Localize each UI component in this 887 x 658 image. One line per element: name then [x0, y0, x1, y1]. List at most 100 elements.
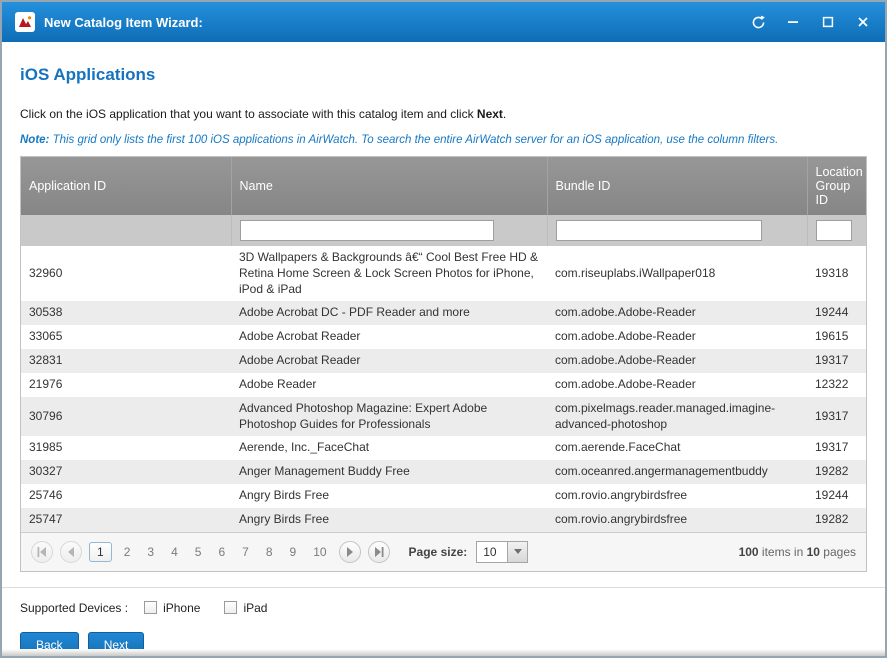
bundle-id-cell: com.adobe.Adobe-Reader: [547, 373, 807, 397]
bundle-id-cell: com.pixelmags.reader.managed.imagine-adv…: [547, 397, 807, 437]
application-row[interactable]: 21976 Adobe Reader com.adobe.Adobe-Reade…: [21, 373, 866, 397]
supported-devices-label: Supported Devices :: [20, 601, 128, 615]
location-group-id-cell: 19318: [807, 246, 866, 301]
filter-row: [21, 215, 866, 246]
bundle-id-cell: com.adobe.Adobe-Reader: [547, 349, 807, 373]
bundle-id-cell: com.adobe.Adobe-Reader: [547, 301, 807, 325]
application-name-cell: Adobe Reader: [231, 373, 547, 397]
ipad-checkbox-box[interactable]: [224, 601, 237, 614]
application-row[interactable]: 31985 Aerende, Inc._FaceChat com.aerende…: [21, 436, 866, 460]
first-page-button[interactable]: [31, 541, 53, 563]
location-group-id-cell: 19317: [807, 349, 866, 373]
instruction-prefix: Click on the iOS application that you wa…: [20, 107, 477, 121]
window-controls: [749, 13, 872, 31]
page-number-1[interactable]: 1: [89, 542, 112, 562]
airwatch-logo-icon: [15, 12, 35, 32]
iphone-checkbox-box[interactable]: [144, 601, 157, 614]
pager-summary: 100 items in 10 pages: [739, 545, 856, 559]
supported-devices-row: Supported Devices : iPhone iPad: [20, 601, 867, 615]
column-header-name[interactable]: Name: [231, 157, 547, 215]
instruction-suffix: .: [503, 107, 506, 121]
application-name-cell: Aerende, Inc._FaceChat: [231, 436, 547, 460]
location-group-id-cell: 19317: [807, 397, 866, 437]
application-id-cell: 30796: [21, 397, 231, 437]
application-id-cell: 32831: [21, 349, 231, 373]
application-row[interactable]: 33065 Adobe Acrobat Reader com.adobe.Ado…: [21, 325, 866, 349]
next-button[interactable]: Next: [88, 632, 145, 658]
application-id-cell: 21976: [21, 373, 231, 397]
application-name-cell: Adobe Acrobat Reader: [231, 349, 547, 373]
application-name-cell: Adobe Acrobat DC - PDF Reader and more: [231, 301, 547, 325]
window-title: New Catalog Item Wizard:: [44, 15, 203, 30]
titlebar: New Catalog Item Wizard:: [2, 2, 885, 42]
summary-text: items in: [759, 545, 807, 559]
instruction-next-keyword: Next: [477, 107, 503, 121]
page-number-2[interactable]: 2: [119, 543, 136, 561]
maximize-button[interactable]: [819, 13, 837, 31]
refresh-icon[interactable]: [749, 13, 767, 31]
page-number-5[interactable]: 5: [190, 543, 207, 561]
bundle-id-filter-input[interactable]: [556, 220, 763, 241]
grid-pager: 1 2 3 4 5 6 7 8 9 10 Page size: 10: [21, 532, 866, 571]
application-row[interactable]: 25747 Angry Birds Free com.rovio.angrybi…: [21, 508, 866, 532]
instruction-text: Click on the iOS application that you wa…: [20, 107, 867, 121]
note-text: Note: This grid only lists the first 100…: [20, 134, 867, 146]
application-row[interactable]: 32831 Adobe Acrobat Reader com.adobe.Ado…: [21, 349, 866, 373]
application-id-filter-cell: [21, 215, 231, 246]
application-row[interactable]: 25746 Angry Birds Free com.rovio.angrybi…: [21, 484, 866, 508]
page-number-8[interactable]: 8: [261, 543, 278, 561]
application-name-cell: Angry Birds Free: [231, 484, 547, 508]
back-button[interactable]: Back: [20, 632, 79, 658]
location-group-id-cell: 19317: [807, 436, 866, 460]
note-label: Note:: [20, 134, 49, 146]
page-number-4[interactable]: 4: [166, 543, 183, 561]
first-page-icon: [37, 547, 47, 557]
location-group-id-cell: 19282: [807, 508, 866, 532]
page-number-10[interactable]: 10: [308, 543, 331, 561]
items-count: 100: [739, 545, 759, 559]
previous-page-icon: [67, 547, 75, 557]
location-group-id-cell: 19244: [807, 301, 866, 325]
bundle-id-cell: com.riseuplabs.iWallpaper018: [547, 246, 807, 301]
applications-table: Application ID Name Bundle ID Location G…: [21, 157, 866, 532]
close-button[interactable]: [854, 13, 872, 31]
previous-page-button[interactable]: [60, 541, 82, 563]
page-number-7[interactable]: 7: [237, 543, 254, 561]
application-row[interactable]: 30796 Advanced Photoshop Magazine: Exper…: [21, 397, 866, 437]
application-row[interactable]: 30327 Anger Management Buddy Free com.oc…: [21, 460, 866, 484]
application-id-cell: 30538: [21, 301, 231, 325]
minimize-button[interactable]: [784, 13, 802, 31]
name-filter-input[interactable]: [240, 220, 494, 241]
chevron-down-icon[interactable]: [508, 541, 528, 563]
header-row: Application ID Name Bundle ID Location G…: [21, 157, 866, 215]
iphone-checkbox-label: iPhone: [163, 601, 200, 615]
bundle-id-cell: com.adobe.Adobe-Reader: [547, 325, 807, 349]
iphone-checkbox[interactable]: iPhone: [144, 601, 200, 615]
column-header-bundle-id[interactable]: Bundle ID: [547, 157, 807, 215]
pages-count: 10: [807, 545, 820, 559]
page-number-3[interactable]: 3: [142, 543, 159, 561]
page-size-value: 10: [476, 541, 508, 563]
summary-text-end: pages: [820, 545, 856, 559]
application-name-cell: Advanced Photoshop Magazine: Expert Adob…: [231, 397, 547, 437]
applications-grid: Application ID Name Bundle ID Location G…: [20, 156, 867, 572]
column-header-location-group-id[interactable]: Location Group ID: [807, 157, 866, 215]
next-page-button[interactable]: [339, 541, 361, 563]
wizard-buttons: Back Next: [20, 632, 867, 658]
application-row[interactable]: 30538 Adobe Acrobat DC - PDF Reader and …: [21, 301, 866, 325]
page-number-9[interactable]: 9: [285, 543, 302, 561]
application-id-cell: 32960: [21, 246, 231, 301]
column-header-application-id[interactable]: Application ID: [21, 157, 231, 215]
application-row[interactable]: 32960 3D Wallpapers & Backgrounds â€“ Co…: [21, 246, 866, 301]
location-group-id-cell: 19615: [807, 325, 866, 349]
ipad-checkbox[interactable]: iPad: [224, 601, 267, 615]
application-name-cell: 3D Wallpapers & Backgrounds â€“ Cool Bes…: [231, 246, 547, 301]
last-page-button[interactable]: [368, 541, 390, 563]
location-group-id-filter-input[interactable]: [816, 220, 852, 241]
page-size-select[interactable]: 10: [476, 541, 528, 563]
page-title: iOS Applications: [20, 65, 867, 85]
page-number-6[interactable]: 6: [213, 543, 230, 561]
location-group-id-cell: 19282: [807, 460, 866, 484]
application-id-cell: 30327: [21, 460, 231, 484]
application-name-cell: Angry Birds Free: [231, 508, 547, 532]
